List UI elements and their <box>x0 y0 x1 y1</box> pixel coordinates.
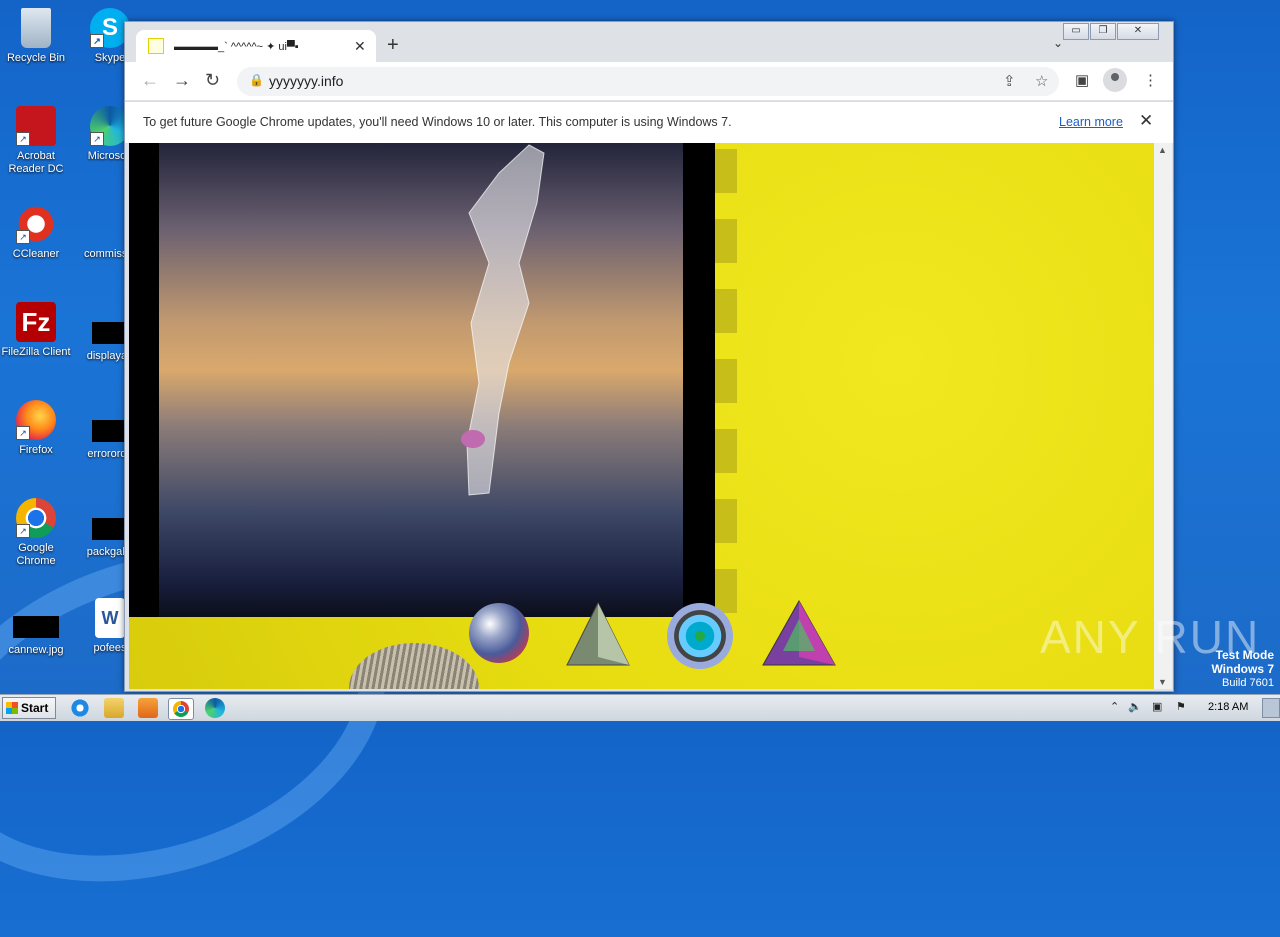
yellow-strip <box>715 289 737 333</box>
desktop-icon-filezilla[interactable]: Fz FileZilla Client <box>0 302 74 359</box>
test-mode-line: Test Mode <box>1215 648 1274 662</box>
menu-kebab-icon[interactable]: ⋮ <box>1143 71 1158 89</box>
shortcut-arrow-icon: ↗ <box>16 426 30 440</box>
minimize-button[interactable]: ▭ <box>1063 23 1089 40</box>
build-line: Build 7601 <box>1222 677 1274 689</box>
shortcut-arrow-icon: ↗ <box>16 132 30 146</box>
ccleaner-icon: ↗ <box>16 204 56 244</box>
shortcut-arrow-icon: ↗ <box>90 34 104 48</box>
chrome-icon <box>173 701 189 717</box>
desktop-icon-label: Acrobat Reader DC <box>8 150 64 175</box>
explorer-icon[interactable] <box>104 698 124 718</box>
vertical-scrollbar[interactable]: ▲ ▼ <box>1154 143 1172 689</box>
desktop-icon-label: FileZilla Client <box>1 346 71 358</box>
firefox-icon: ↗ <box>16 400 56 440</box>
desktop-icon-label: Firefox <box>19 444 53 456</box>
bookmark-star-icon[interactable]: ☆ <box>1035 72 1048 90</box>
desktop-icon-label: Google Chrome <box>16 542 56 567</box>
ring-nav-icon[interactable] <box>667 603 733 669</box>
yellow-strip <box>715 569 737 613</box>
yellow-strip <box>715 219 737 263</box>
close-window-button[interactable]: ✕ <box>1117 23 1159 40</box>
start-label: Start <box>21 701 49 715</box>
hero-photo <box>129 143 715 617</box>
update-infobar: To get future Google Chrome updates, you… <box>125 101 1173 144</box>
forward-icon[interactable]: → <box>173 70 191 91</box>
yellow-strip <box>715 359 737 403</box>
url-text[interactable]: yyyyyyy.info <box>269 73 343 89</box>
floating-cloth-image <box>461 144 545 496</box>
sphere-nav-icon[interactable] <box>469 603 529 663</box>
desktop-icon-acrobat[interactable]: ↗ Acrobat Reader DC <box>0 106 74 176</box>
show-desktop-button[interactable] <box>1262 698 1280 718</box>
window-controls: ▭ ❐ ✕ <box>1062 23 1159 40</box>
chrome-window: ▭ ❐ ✕ ▬▬▬▬_` ^^^^^~ ✦ ui▀▪ ✕ + ⌄ ← → ↻ 🔒… <box>124 21 1174 692</box>
desktop-icon-recycle-bin[interactable]: Recycle Bin <box>0 8 74 65</box>
file-icon <box>92 322 128 344</box>
image-file-icon <box>13 616 59 638</box>
edge-taskbar-icon[interactable] <box>205 698 225 718</box>
tab-search-chevron-icon[interactable]: ⌄ <box>1053 36 1063 50</box>
desktop-icon-cannew[interactable]: cannew.jpg <box>0 606 74 657</box>
tray-expand-icon[interactable]: ⌃ <box>1110 700 1119 713</box>
scroll-down-icon[interactable]: ▼ <box>1158 677 1167 687</box>
browser-tab[interactable]: ▬▬▬▬_` ^^^^^~ ✦ ui▀▪ ✕ <box>136 30 376 62</box>
photo-gradient <box>159 143 683 617</box>
acrobat-icon: ↗ <box>16 106 56 146</box>
infobar-message: To get future Google Chrome updates, you… <box>143 115 732 129</box>
network-icon[interactable]: ▣ <box>1152 700 1162 713</box>
test-mode-notice: Test Mode Windows 7 Build 7601 <box>1211 648 1274 690</box>
chrome-taskbar-icon[interactable] <box>168 698 194 720</box>
filezilla-icon: Fz <box>16 302 56 342</box>
volume-icon[interactable]: 🔈 <box>1128 700 1142 713</box>
desktop-icon-firefox[interactable]: ↗ Firefox <box>0 400 74 457</box>
file-icon <box>92 518 128 540</box>
learn-more-link[interactable]: Learn more <box>1059 115 1123 129</box>
recycle-bin-icon <box>21 8 51 48</box>
lock-icon: 🔒 <box>249 73 264 87</box>
pyramid-nav-icon-colored[interactable] <box>761 599 837 669</box>
yellow-strip <box>715 149 737 193</box>
back-icon[interactable]: ← <box>141 70 159 91</box>
desktop-icon-label: Skype <box>94 52 126 64</box>
desktop-icon-label: cannew.jpg <box>8 644 64 656</box>
desktop-icon-label: pofees <box>93 642 127 654</box>
side-panel-icon[interactable]: ▣ <box>1075 71 1089 89</box>
desktop-icon-label: CCleaner <box>12 248 60 260</box>
scroll-up-icon[interactable]: ▲ <box>1158 145 1167 155</box>
new-tab-button[interactable]: + <box>387 34 399 57</box>
start-button[interactable]: Start <box>2 697 56 719</box>
yellow-strip <box>715 429 737 473</box>
page-content <box>129 143 1154 689</box>
desktop-icon-label: Recycle Bin <box>6 52 66 64</box>
media-player-icon[interactable] <box>138 698 158 718</box>
tab-favicon-icon <box>148 38 164 54</box>
windows-logo-icon <box>6 702 18 714</box>
browser-toolbar: ← → ↻ 🔒 yyyyyyy.info ⇪ ☆ ▣ ⋮ <box>125 62 1173 100</box>
shortcut-arrow-icon: ↗ <box>90 132 104 146</box>
ie-icon[interactable] <box>70 698 90 718</box>
restore-button[interactable]: ❐ <box>1090 23 1116 40</box>
desktop-icon-ccleaner[interactable]: ↗ CCleaner <box>0 204 74 261</box>
action-center-flag-icon[interactable]: ⚑ <box>1176 700 1186 713</box>
tab-title: ▬▬▬▬_` ^^^^^~ ✦ ui▀▪ <box>174 40 299 53</box>
shortcut-arrow-icon: ↗ <box>16 524 30 538</box>
shortcut-arrow-icon: ↗ <box>16 230 30 244</box>
chrome-icon: ↗ <box>16 498 56 538</box>
clock[interactable]: 2:18 AM <box>1208 701 1248 713</box>
taskbar: Start ⌃ 🔈 ▣ ⚑ 2:18 AM <box>0 694 1280 721</box>
reload-icon[interactable]: ↻ <box>205 70 220 91</box>
file-icon <box>92 420 128 442</box>
address-bar[interactable]: 🔒 yyyyyyy.info ⇪ ☆ <box>237 67 1059 96</box>
windows-version-line: Windows 7 <box>1211 662 1274 676</box>
pyramid-nav-icon[interactable] <box>565 601 631 669</box>
word-icon: W <box>95 598 125 638</box>
share-icon[interactable]: ⇪ <box>1003 72 1016 90</box>
infobar-close-icon[interactable]: ✕ <box>1139 111 1153 131</box>
profile-avatar-icon[interactable] <box>1103 68 1127 92</box>
tab-close-icon[interactable]: ✕ <box>354 38 366 55</box>
desktop-icon-chrome[interactable]: ↗ Google Chrome <box>0 498 74 568</box>
yellow-strip <box>715 499 737 543</box>
